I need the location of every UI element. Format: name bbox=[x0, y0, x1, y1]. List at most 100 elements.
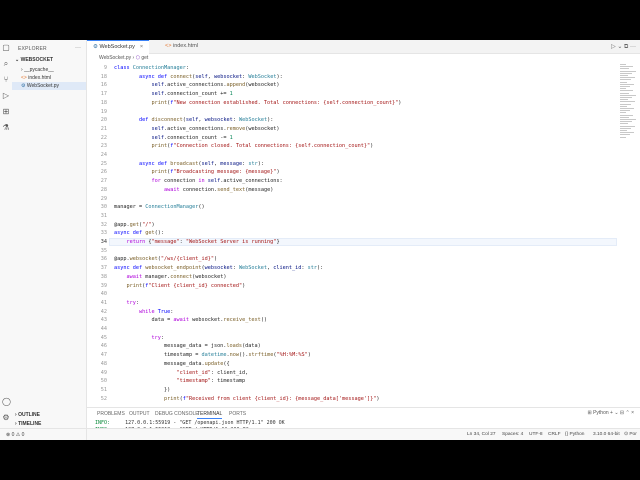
line-number: 20 bbox=[100, 117, 107, 124]
line-number: 49 bbox=[100, 369, 107, 376]
line-number: 19 bbox=[100, 108, 107, 115]
code-editor[interactable]: 9 class ConnectionManager: 18 async def co… bbox=[87, 64, 617, 406]
testing-icon[interactable]: ⚗ bbox=[2, 124, 10, 132]
code-line[interactable]: await connection.send_text(message) bbox=[114, 187, 273, 193]
line-number: 26 bbox=[100, 169, 107, 176]
code-line[interactable]: await manager.connect(websocket) bbox=[114, 274, 227, 280]
code-line[interactable]: async def broadcast(self, message: str): bbox=[114, 161, 264, 167]
code-line[interactable]: try: bbox=[114, 300, 140, 306]
minimap-line bbox=[620, 81, 627, 83]
line-number: 24 bbox=[100, 152, 107, 158]
line-number: 40 bbox=[100, 291, 107, 298]
code-line[interactable]: timestamp = datetime.now().strftime("%H:… bbox=[114, 352, 311, 358]
ports-indicator[interactable]: ⊙ Por bbox=[624, 429, 637, 440]
code-line[interactable]: print(f"Broadcasting message: {message}"… bbox=[114, 169, 279, 175]
code-line[interactable]: def disconnect(self, websocket: WebSocke… bbox=[114, 117, 273, 123]
line-number: 46 bbox=[100, 343, 107, 350]
code-line[interactable]: "timestamp": timestamp bbox=[114, 378, 245, 384]
code-line[interactable]: "client_id": client_id, bbox=[114, 370, 248, 376]
line-ending[interactable]: CRLF bbox=[548, 429, 561, 440]
python-interpreter[interactable]: 3.10.0 64-bit bbox=[593, 429, 620, 440]
minimap-line bbox=[620, 97, 632, 98]
breadcrumb: WebSocket.py › ⬡ get bbox=[99, 55, 149, 61]
tab-index-html[interactable]: <> index.html bbox=[159, 40, 204, 53]
tab-problems[interactable]: PROBLEMS bbox=[97, 411, 125, 417]
html-file-icon: <> bbox=[165, 43, 172, 49]
minimap[interactable] bbox=[620, 64, 640, 144]
minimap-line bbox=[620, 70, 636, 72]
more-actions-icon[interactable]: ··· bbox=[75, 45, 81, 51]
code-line[interactable]: async def get(): bbox=[114, 230, 164, 236]
editor-actions[interactable]: ▷ ⌄ ⧉ ··· bbox=[611, 43, 636, 51]
tree-item-websocket-py[interactable]: ⚙ WebSocket.py bbox=[12, 82, 86, 90]
code-line[interactable]: data = await websocket.receive_text() bbox=[114, 317, 267, 323]
timeline-label: TIMELINE bbox=[18, 421, 42, 427]
code-line[interactable]: print(f"Connection closed. Total connect… bbox=[114, 143, 373, 149]
code-line[interactable]: message_data = json.loads(data) bbox=[114, 343, 261, 349]
code-line[interactable]: return {"message": "WebSocket Server is … bbox=[114, 239, 280, 245]
outline-label: OUTLINE bbox=[18, 412, 41, 418]
code-line[interactable]: self.active_connections.remove(websocket… bbox=[114, 126, 279, 132]
minimap-line bbox=[620, 108, 634, 109]
tab-output[interactable]: OUTPUT bbox=[129, 411, 150, 417]
close-icon[interactable]: × bbox=[140, 44, 143, 50]
tab-terminal[interactable]: TERMINAL bbox=[197, 411, 223, 419]
code-line[interactable]: self.active_connections.append(websocket… bbox=[114, 82, 279, 88]
breadcrumb-symbol[interactable]: get bbox=[141, 55, 148, 61]
minimap-line bbox=[620, 136, 626, 138]
code-line[interactable]: async def websocket_endpoint(websocket: … bbox=[114, 265, 323, 271]
source-control-icon[interactable]: ⑂ bbox=[2, 76, 10, 84]
line-number: 37 bbox=[100, 265, 107, 272]
language-mode[interactable]: {} Python bbox=[565, 429, 584, 440]
minimap-line bbox=[620, 125, 635, 127]
search-icon[interactable]: ⌕ bbox=[2, 60, 10, 68]
indentation[interactable]: Spaces: 4 bbox=[502, 429, 523, 440]
minimap-line bbox=[620, 94, 636, 96]
line-number: 39 bbox=[100, 282, 107, 289]
minimap-line bbox=[620, 132, 634, 134]
line-number: 42 bbox=[100, 308, 107, 315]
code-line[interactable]: }) bbox=[114, 387, 170, 393]
tab-ports[interactable]: PORTS bbox=[229, 411, 246, 417]
extensions-icon[interactable]: ⊞ bbox=[2, 108, 10, 116]
tab-websocket-py[interactable]: ⚙ WebSocket.py × bbox=[87, 40, 150, 54]
account-icon[interactable]: ◯ bbox=[2, 398, 11, 406]
breadcrumb-file[interactable]: WebSocket.py bbox=[99, 55, 131, 61]
code-line[interactable]: try: bbox=[114, 335, 164, 341]
tree-item-index-html[interactable]: <> index.html bbox=[21, 74, 51, 82]
explorer-icon[interactable]: ▢ bbox=[2, 44, 10, 52]
tab-label: index.html bbox=[172, 43, 199, 49]
problems-status[interactable]: ⊗ 0 ⚠ 0 bbox=[0, 428, 86, 440]
code-line[interactable]: print(f"Received from client {client_id}… bbox=[114, 396, 380, 402]
tree-item-label: index.html bbox=[28, 75, 52, 81]
minimap-line bbox=[620, 116, 629, 118]
encoding[interactable]: UTF-8 bbox=[529, 429, 543, 440]
code-line[interactable]: self.connection_count += 1 bbox=[114, 91, 232, 97]
cursor-position[interactable]: Ln 34, Col 27 bbox=[467, 429, 496, 440]
outline-section[interactable]: › OUTLINE bbox=[15, 412, 40, 418]
tree-item-pycache[interactable]: › __pycache__ bbox=[21, 66, 54, 74]
code-line[interactable]: @app.get("/") bbox=[114, 222, 155, 228]
minimap-line bbox=[620, 105, 627, 107]
code-line[interactable]: self.connection_count -= 1 bbox=[114, 135, 232, 141]
tab-debug-console[interactable]: DEBUG CONSOLE bbox=[155, 411, 199, 417]
code-line[interactable]: while True: bbox=[114, 309, 173, 315]
code-line[interactable]: async def connect(self, websocket: WebSo… bbox=[114, 74, 283, 80]
timeline-section[interactable]: › TIMELINE bbox=[15, 421, 41, 427]
minimap-line bbox=[620, 134, 630, 136]
code-line[interactable]: print(f"Client {client_id} connected") bbox=[114, 283, 246, 289]
settings-gear-icon[interactable]: ⚙ bbox=[2, 414, 10, 422]
code-line[interactable]: message_data.update({ bbox=[114, 361, 230, 367]
terminal-actions[interactable]: ⊞ Python + ⌄ ⊟ ⌃ × bbox=[588, 410, 635, 416]
run-debug-icon[interactable]: ▷ bbox=[2, 92, 10, 100]
project-name: WEBSOCKET bbox=[20, 57, 54, 63]
minimap-line bbox=[620, 92, 629, 94]
code-line[interactable]: for connection in self.active_connection… bbox=[114, 178, 282, 184]
code-line[interactable]: class ConnectionManager: bbox=[114, 65, 189, 71]
line-number: 35 bbox=[100, 247, 107, 254]
code-line[interactable]: @app.websocket("/ws/{client_id}") bbox=[114, 256, 217, 262]
code-line[interactable]: manager = ConnectionManager() bbox=[114, 204, 205, 210]
code-line[interactable]: print(f"New connection established. Tota… bbox=[114, 100, 401, 106]
minimap-line bbox=[620, 114, 633, 116]
project-folder[interactable]: ⌄ WEBSOCKET bbox=[15, 57, 53, 63]
